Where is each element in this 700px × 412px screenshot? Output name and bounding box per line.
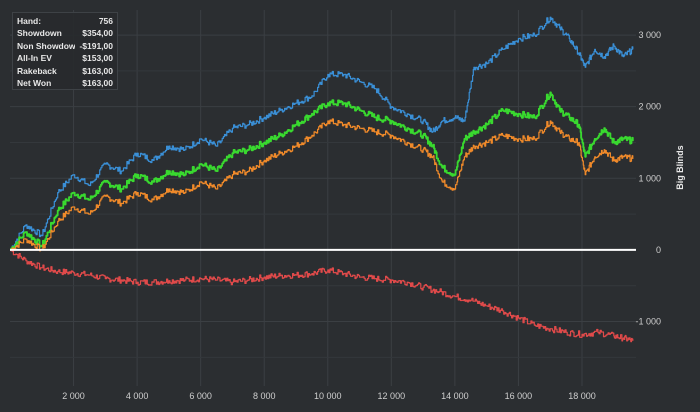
stats-label: All-In EV xyxy=(17,53,52,64)
stats-value: $163,00 xyxy=(82,65,113,76)
stats-value: $354,00 xyxy=(82,28,113,39)
stats-value: -$191,00 xyxy=(79,40,113,51)
x-tick-label: 10 000 xyxy=(314,391,342,401)
x-tick-label: 8 000 xyxy=(253,391,276,401)
y-tick-label: -1 000 xyxy=(635,317,661,327)
stats-row: Rakeback $163,00 xyxy=(17,65,113,77)
stats-row: All-In EV $153,00 xyxy=(17,52,113,64)
stats-label: Net Won xyxy=(17,78,52,89)
stats-label: Non Showdown xyxy=(17,40,76,51)
x-tick-label: 18 000 xyxy=(568,391,596,401)
x-tick-label: 14 000 xyxy=(441,391,469,401)
stats-row: Showdown $354,00 xyxy=(17,27,113,39)
y-tick-label: 0 xyxy=(656,245,661,255)
y-tick-label: 2 000 xyxy=(638,102,661,112)
y-tick-label: 3 000 xyxy=(638,30,661,40)
x-tick-label: 4 000 xyxy=(126,391,149,401)
stats-label: Rakeback xyxy=(17,65,57,76)
stats-row: Hand: 756 xyxy=(17,15,113,27)
stats-row: Net Won $163,00 xyxy=(17,77,113,89)
stats-label: Hand: xyxy=(17,16,42,26)
stats-label: Showdown xyxy=(17,28,62,39)
x-tick-label: 16 000 xyxy=(505,391,533,401)
stats-row: Non Showdown -$191,00 xyxy=(17,40,113,52)
stats-box: Hand: 756 Showdown $354,00 Non Showdown -$191… xyxy=(12,12,118,90)
stats-value: $163,00 xyxy=(82,78,113,89)
y-axis-label: Big Blinds xyxy=(675,145,685,190)
stats-value: 756 xyxy=(98,16,113,26)
chart: 2 000 4 000 6 000 8 000 10 000 12 000 14 000 16… xyxy=(0,0,700,412)
stats-value: $153,00 xyxy=(82,53,113,64)
y-tick-label: 1 000 xyxy=(638,173,661,183)
x-tick-label: 2 000 xyxy=(62,391,85,401)
x-tick-label: 6 000 xyxy=(189,391,212,401)
x-tick-label: 12 000 xyxy=(378,391,406,401)
